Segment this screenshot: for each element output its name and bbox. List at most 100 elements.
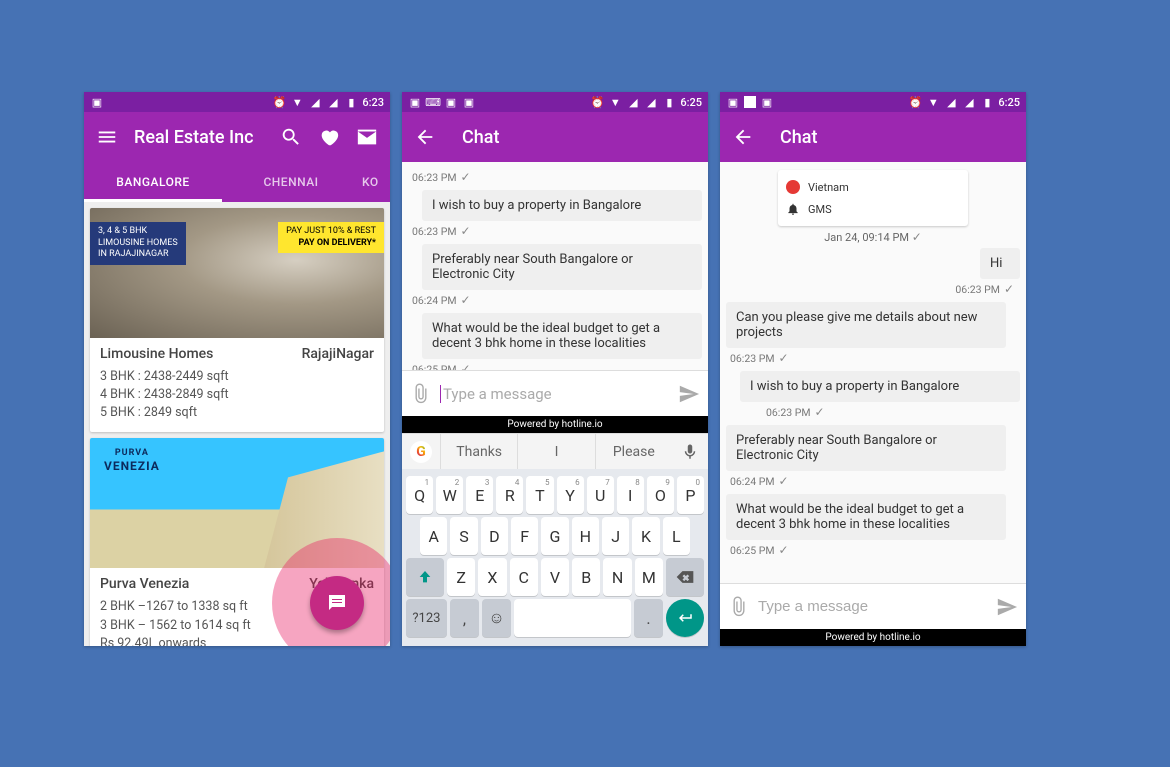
message-time: 06:23 PM✓ [726, 351, 1020, 365]
status-time: 6:25 [680, 96, 702, 109]
message-time: 06:23 PM✓ [408, 224, 702, 238]
message-time: 06:23 PM✓ [726, 405, 1020, 419]
chat-message-list[interactable]: Vietnam GMS Jan 24, 09:14 PM ✓ Hi 06:23 … [720, 162, 1026, 583]
venezia-logo: PURVA VENEZIA [104, 448, 160, 473]
mail-icon[interactable] [356, 126, 378, 148]
google-icon[interactable]: G [410, 441, 432, 463]
message-bubble: Preferably near South Bangalore or Elect… [422, 244, 702, 290]
key-o[interactable]: O9 [647, 476, 674, 514]
status-bar: ▣ ⏰ ▼ ◢ ◢ ▮ 6:23 [84, 92, 390, 112]
tab-bangalore[interactable]: BANGALORE [84, 162, 222, 202]
send-icon[interactable] [996, 596, 1018, 618]
property-details: 3 BHK : 2438-2449 sqft 4 BHK : 2438-2849… [100, 368, 374, 422]
attach-icon[interactable] [728, 596, 750, 618]
property-card-limousine[interactable]: 3, 4 & 5 BHK LIMOUSINE HOMES IN RAJAJINA… [90, 208, 384, 432]
key-m[interactable]: M [635, 558, 663, 596]
key-f[interactable]: F [511, 517, 538, 555]
wifi-icon: ▼ [608, 95, 622, 109]
key-l[interactable]: L [663, 517, 690, 555]
key-u[interactable]: U7 [587, 476, 614, 514]
suggestion-2[interactable]: I [517, 434, 594, 469]
alarm-icon: ⏰ [908, 95, 922, 109]
tab-kolkata-partial[interactable]: KO [360, 162, 390, 202]
message-input[interactable]: Type a message [440, 385, 670, 403]
chat-fab[interactable] [310, 576, 364, 630]
space-key[interactable] [514, 599, 631, 637]
suggestion-1[interactable]: Thanks [440, 434, 517, 469]
flag-icon [786, 180, 800, 194]
heart-icon[interactable] [318, 126, 340, 148]
key-x[interactable]: X [478, 558, 506, 596]
mic-icon[interactable] [672, 443, 708, 461]
key-k[interactable]: K [632, 517, 659, 555]
emoji-key[interactable]: ☺ [482, 599, 511, 637]
battery-icon: ▮ [344, 95, 358, 109]
attach-icon[interactable] [410, 383, 432, 405]
message-composer [720, 583, 1026, 629]
key-v[interactable]: V [541, 558, 569, 596]
tab-chennai[interactable]: CHENNAI [222, 162, 360, 202]
app-title: Real Estate Inc [134, 127, 264, 148]
signal-icon-2: ◢ [962, 95, 976, 109]
key-j[interactable]: J [602, 517, 629, 555]
search-icon[interactable] [280, 126, 302, 148]
message-time: 06:24 PM✓ [726, 474, 1020, 488]
comma-key[interactable]: , [450, 599, 479, 637]
message-input[interactable] [758, 598, 988, 615]
key-q[interactable]: Q1 [406, 476, 433, 514]
message-bubble: Hi [980, 248, 1020, 279]
chat-title: Chat [770, 127, 1014, 148]
period-key[interactable]: . [634, 599, 663, 637]
key-t[interactable]: T5 [526, 476, 553, 514]
key-a[interactable]: A [420, 517, 447, 555]
key-s[interactable]: S [450, 517, 477, 555]
phone-chat-full: ▣ ▣ ⏰ ▼ ◢ ◢ ▮ 6:25 Chat Vietnam GMS Jan … [720, 92, 1026, 646]
key-g[interactable]: G [541, 517, 568, 555]
signal-icon-2: ◢ [644, 95, 658, 109]
battery-icon: ▮ [662, 95, 676, 109]
powered-by: Powered by hotline.io [402, 416, 708, 433]
key-p[interactable]: P0 [677, 476, 704, 514]
key-d[interactable]: D [481, 517, 508, 555]
message-bubble: Preferably near South Bangalore or Elect… [726, 425, 1006, 471]
status-icon [744, 96, 756, 108]
send-icon[interactable] [678, 383, 700, 405]
backspace-key[interactable] [666, 558, 704, 596]
status-time: 6:25 [998, 96, 1020, 109]
suggestion-3[interactable]: Please [595, 434, 672, 469]
signal-icon-2: ◢ [326, 95, 340, 109]
key-r[interactable]: R4 [496, 476, 523, 514]
key-c[interactable]: C [510, 558, 538, 596]
status-icon: ▣ [444, 95, 458, 109]
key-z[interactable]: Z [447, 558, 475, 596]
message-bubble: Can you please give me details about new… [726, 302, 1006, 348]
signal-icon: ◢ [308, 95, 322, 109]
key-w[interactable]: W2 [436, 476, 463, 514]
preview-card: Vietnam GMS [778, 170, 968, 226]
shift-key[interactable] [406, 558, 444, 596]
property-title: Limousine Homes [100, 346, 213, 362]
key-i[interactable]: I8 [617, 476, 644, 514]
status-app-icon: ▣ [90, 95, 104, 109]
enter-key[interactable] [666, 599, 704, 637]
property-image: 3, 4 & 5 BHK LIMOUSINE HOMES IN RAJAJINA… [90, 208, 384, 338]
battery-icon: ▮ [980, 95, 994, 109]
city-tabs: BANGALORE CHENNAI KO [84, 162, 390, 202]
property-location: RajajiNagar [302, 346, 374, 362]
key-e[interactable]: E3 [466, 476, 493, 514]
powered-by: Powered by hotline.io [720, 629, 1026, 646]
message-time: 06:25 PM✓ [408, 362, 702, 370]
key-h[interactable]: H [572, 517, 599, 555]
app-bar: Real Estate Inc [84, 112, 390, 162]
symbols-key[interactable]: ?123 [406, 599, 447, 637]
status-icon: ▣ [726, 95, 740, 109]
key-n[interactable]: N [603, 558, 631, 596]
menu-icon[interactable] [96, 126, 118, 148]
key-b[interactable]: B [572, 558, 600, 596]
chat-message-list[interactable]: 06:23 PM✓ I wish to buy a property in Ba… [402, 162, 708, 370]
key-y[interactable]: Y6 [557, 476, 584, 514]
back-icon[interactable] [732, 126, 754, 148]
alarm-icon: ⏰ [590, 95, 604, 109]
chat-app-bar: Chat [720, 112, 1026, 162]
back-icon[interactable] [414, 126, 436, 148]
